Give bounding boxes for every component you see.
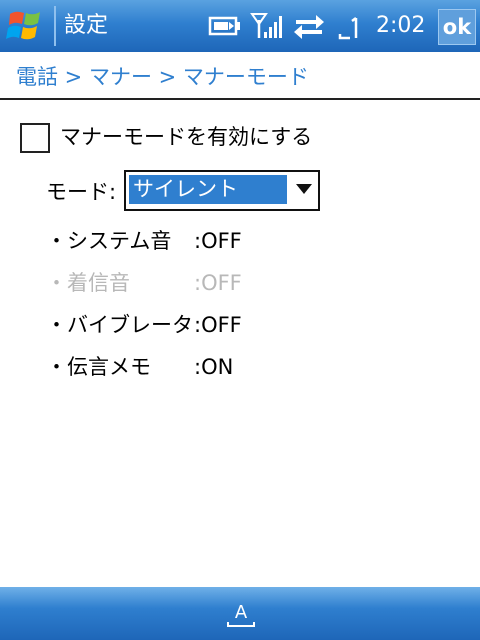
manner-mode-checkbox[interactable] [20, 123, 50, 153]
mode-selected-value[interactable]: サイレント [129, 175, 287, 204]
ok-button[interactable]: ok [438, 9, 476, 45]
manner-mode-checkbox-label[interactable]: マナーモードを有効にする [60, 121, 312, 153]
signal-icon[interactable] [250, 10, 284, 42]
breadcrumb: 電話 > マナー > マナーモード [16, 65, 309, 89]
connection-icon[interactable] [336, 10, 366, 42]
chevron-down-icon[interactable] [290, 172, 318, 205]
item-name: ・伝言メモ [46, 355, 151, 379]
item-name: ・着信音 [46, 271, 130, 295]
mode-dropdown[interactable]: サイレント [124, 170, 320, 211]
item-value: :ON [194, 355, 234, 379]
app-title: 設定 [64, 13, 109, 38]
item-name: ・システム音 [46, 229, 172, 253]
battery-icon[interactable] [208, 10, 242, 42]
bottom-menu-bar: A [0, 587, 480, 640]
mode-label: モード: [46, 180, 117, 204]
header-divider [0, 98, 480, 100]
item-value: :OFF [194, 271, 242, 295]
sync-icon[interactable] [292, 10, 326, 42]
title-bar: 設定 2:02 ok [0, 0, 480, 52]
item-value: :OFF [194, 229, 242, 253]
clock[interactable]: 2:02 [376, 11, 425, 41]
item-value: :OFF [194, 313, 242, 337]
item-name: ・バイブレータ [46, 313, 193, 337]
svg-text:A: A [235, 602, 248, 623]
windows-start-icon[interactable] [2, 2, 52, 50]
title-separator [54, 6, 56, 46]
keyboard-input-icon[interactable]: A [224, 598, 258, 630]
